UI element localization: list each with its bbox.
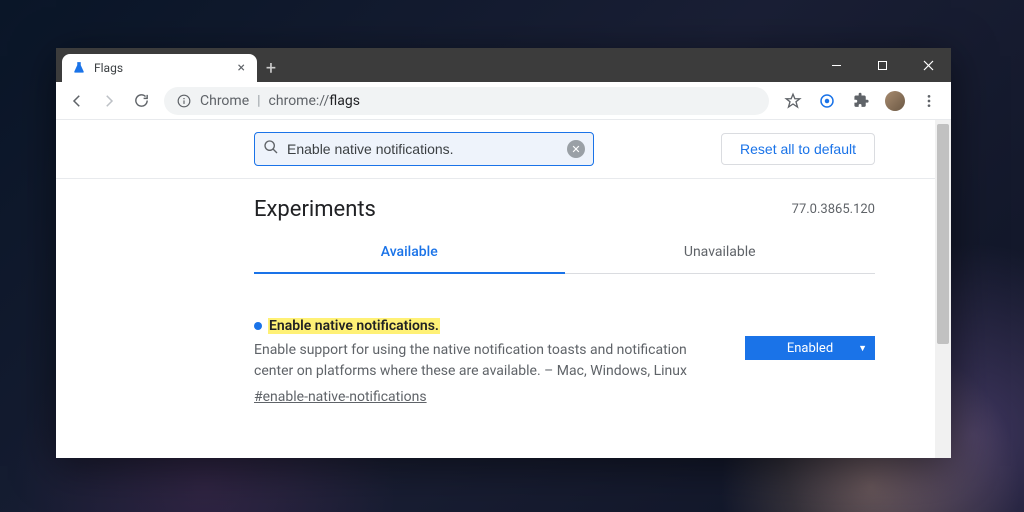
flag-details: Enable native notifications. Enable supp… (254, 318, 725, 405)
minimize-button[interactable] (813, 48, 859, 82)
search-icon (263, 139, 279, 159)
toolbar: Chrome | chrome://flags (56, 82, 951, 120)
star-icon[interactable] (777, 86, 809, 116)
scrollbar-thumb[interactable] (937, 124, 949, 344)
menu-icon[interactable] (913, 86, 945, 116)
content-area: ✕ Reset all to default Experiments 77.0.… (56, 120, 951, 458)
browser-tab[interactable]: Flags × (62, 54, 257, 82)
tab-available[interactable]: Available (254, 232, 565, 274)
window-controls (813, 48, 951, 82)
clear-search-icon[interactable]: ✕ (567, 140, 585, 158)
close-window-button[interactable] (905, 48, 951, 82)
tab-unavailable[interactable]: Unavailable (565, 232, 876, 274)
search-row: ✕ Reset all to default (56, 120, 935, 179)
titlebar: Flags × + (56, 48, 951, 82)
omnibox-scheme: Chrome (200, 93, 249, 109)
site-info-icon[interactable] (176, 93, 192, 109)
tab-title: Flags (94, 61, 236, 75)
browser-window: Flags × + (56, 48, 951, 458)
new-tab-button[interactable]: + (257, 54, 285, 82)
version-label: 77.0.3865.120 (792, 202, 875, 217)
page-content: ✕ Reset all to default Experiments 77.0.… (56, 120, 935, 458)
forward-button[interactable] (94, 86, 124, 116)
address-bar[interactable]: Chrome | chrome://flags (164, 87, 769, 115)
flag-description: Enable support for using the native noti… (254, 340, 725, 382)
avatar (885, 91, 905, 111)
flags-search-box[interactable]: ✕ (254, 132, 594, 166)
close-icon[interactable]: × (236, 60, 247, 76)
flag-hash-link[interactable]: #enable-native-notifications (254, 389, 427, 405)
flag-title: Enable native notifications. (268, 318, 440, 334)
flask-icon (72, 61, 86, 75)
sync-icon[interactable] (811, 86, 843, 116)
reset-all-button[interactable]: Reset all to default (721, 133, 875, 165)
modified-indicator-icon (254, 322, 262, 330)
reload-button[interactable] (126, 86, 156, 116)
profile-avatar[interactable] (879, 86, 911, 116)
omnibox-url: chrome://flags (269, 93, 360, 109)
omnibox-divider: | (257, 93, 260, 109)
page-title: Experiments (254, 197, 792, 222)
back-button[interactable] (62, 86, 92, 116)
tabs-row: Available Unavailable (56, 232, 935, 274)
flag-entry: Enable native notifications. Enable supp… (56, 274, 935, 405)
flag-state-select[interactable]: Enabled (745, 336, 875, 360)
extensions-icon[interactable] (845, 86, 877, 116)
maximize-button[interactable] (859, 48, 905, 82)
scrollbar[interactable] (935, 120, 951, 458)
header-row: Experiments 77.0.3865.120 (56, 179, 935, 232)
search-input[interactable] (287, 141, 559, 157)
